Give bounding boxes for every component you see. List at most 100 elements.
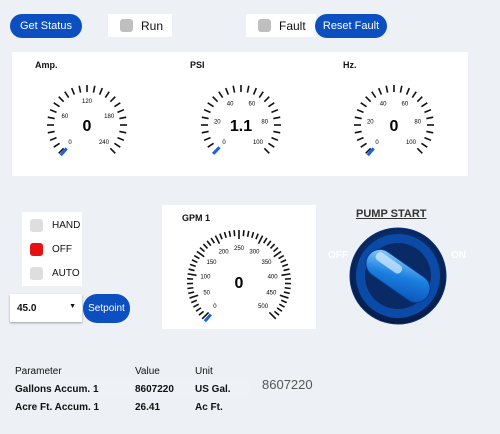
gauge-tick-label: 60 bbox=[402, 102, 409, 108]
gauge-tick-mark bbox=[267, 102, 275, 108]
mode-off[interactable]: OFF bbox=[30, 243, 72, 256]
pump-start-knob[interactable] bbox=[348, 226, 448, 326]
gauge-tick-mark bbox=[228, 230, 232, 237]
gauge-tick-mark bbox=[257, 235, 264, 245]
gauge-value: 0 bbox=[390, 118, 399, 135]
reset-fault-button[interactable]: Reset Fault bbox=[315, 14, 387, 38]
gauge-tick-mark bbox=[117, 136, 125, 142]
gauge-tick-mark bbox=[195, 307, 202, 312]
gauge-tick-mark bbox=[267, 142, 275, 148]
gauge-tick-mark bbox=[399, 85, 403, 93]
gauge-tick-mark bbox=[199, 247, 206, 253]
gauge-tick-label: 200 bbox=[219, 250, 230, 256]
gauge-tick-label: 20 bbox=[367, 119, 374, 125]
gauge-tick-mark bbox=[188, 291, 195, 295]
hz-gauge: 0 20 40 60 80 100 0 bbox=[354, 85, 434, 157]
gauge-tick-mark bbox=[251, 231, 255, 239]
gauge-tick-mark bbox=[53, 142, 61, 148]
run-indicator: Run bbox=[108, 14, 172, 37]
gpm-gauge-title: GPM 1 bbox=[182, 213, 211, 223]
gauge-tick-mark bbox=[119, 130, 127, 134]
gauge-tick-mark bbox=[420, 102, 428, 108]
gauge-tick-label: 350 bbox=[261, 260, 272, 266]
hz-gauge-title: Hz. bbox=[343, 60, 357, 70]
mode-auto[interactable]: AUTO bbox=[30, 267, 80, 280]
gauge-tick-mark bbox=[49, 108, 57, 114]
gauge-tick-mark bbox=[356, 108, 364, 114]
setpoint-value: 45.0 bbox=[17, 302, 37, 314]
gauge-tick-mark bbox=[278, 254, 285, 260]
setpoint-button[interactable]: Setpoint bbox=[83, 294, 130, 323]
gauge-tick-label: 60 bbox=[249, 102, 256, 108]
gauge-tick-mark bbox=[284, 286, 291, 290]
gauge-tick-mark bbox=[117, 108, 125, 114]
gauge-tick-mark bbox=[218, 91, 224, 99]
gauge-tick-mark bbox=[219, 233, 223, 240]
table-header-row: Parameter Value Unit bbox=[10, 362, 250, 380]
pump-on-label: ON bbox=[451, 250, 466, 261]
gauge-tick-mark bbox=[104, 91, 110, 99]
gauge-tick-mark bbox=[269, 243, 276, 250]
accumulator-table: Parameter Value Unit Gallons Accum. 1 86… bbox=[10, 362, 250, 416]
gauge-value-indicator bbox=[212, 146, 221, 155]
gauge-tick-label: 40 bbox=[380, 102, 387, 108]
gauge-tick-mark bbox=[109, 147, 116, 154]
gauge-tick-mark bbox=[47, 130, 55, 134]
gauge-tick-mark bbox=[255, 233, 259, 240]
gauge-tick-mark bbox=[273, 250, 282, 258]
off-label: OFF bbox=[52, 244, 72, 255]
gauge-value: 1.1 bbox=[230, 118, 252, 135]
gauge-tick-mark bbox=[263, 147, 270, 154]
gauge-tick-label: 120 bbox=[82, 99, 93, 105]
amp-gauge-title: Amp. bbox=[35, 60, 58, 70]
gauge-tick-mark bbox=[377, 87, 383, 95]
mode-hand[interactable]: HAND bbox=[30, 219, 80, 232]
gauge-tick-label: 0 bbox=[213, 304, 217, 310]
gauge-tick-mark bbox=[280, 299, 288, 304]
gauge-tick-mark bbox=[280, 259, 287, 264]
gauge-tick-mark bbox=[279, 294, 289, 299]
gauge-tick-label: 80 bbox=[261, 119, 268, 125]
gauge-tick-mark bbox=[262, 237, 268, 244]
gauge-tick-mark bbox=[271, 108, 279, 114]
gauge-tick-mark bbox=[360, 142, 368, 148]
fault-lamp bbox=[258, 19, 271, 32]
gauge-tick-mark bbox=[252, 87, 258, 95]
gauge-tick-mark bbox=[272, 247, 279, 253]
gauge-tick-mark bbox=[47, 116, 55, 120]
gauge-tick-mark bbox=[98, 87, 104, 95]
gauge-tick-label: 0 bbox=[68, 140, 72, 146]
table-cell: Gallons Accum. 1 bbox=[10, 380, 130, 398]
gauge-tick-mark bbox=[263, 96, 270, 103]
gauge-tick-mark bbox=[282, 263, 289, 268]
table-header: Value bbox=[135, 365, 160, 377]
get-status-button[interactable]: Get Status bbox=[10, 14, 82, 38]
gauge-tick-mark bbox=[223, 231, 227, 239]
hand-lamp bbox=[30, 219, 43, 232]
table-row: Acre Ft. Accum. 1 26.41 Ac Ft. bbox=[10, 398, 250, 416]
gauge-tick-mark bbox=[201, 130, 209, 134]
gauge-tick-mark bbox=[246, 85, 250, 93]
gauge-tick-label: 500 bbox=[258, 304, 269, 310]
gauge-tick-label: 60 bbox=[61, 114, 68, 120]
gauge-tick-mark bbox=[113, 102, 121, 108]
gauge-tick-mark bbox=[278, 303, 285, 308]
gauge-tick-mark bbox=[416, 147, 423, 154]
pump-off-label: OFF bbox=[328, 250, 348, 261]
gauge-tick-mark bbox=[356, 136, 364, 142]
gauge-tick-mark bbox=[201, 116, 209, 120]
table-cell: 26.41 bbox=[135, 401, 161, 413]
setpoint-select[interactable]: 45.0 ▼ bbox=[10, 294, 82, 322]
gauge-tick-mark bbox=[354, 116, 362, 120]
gauge-tick-mark bbox=[190, 299, 198, 304]
gauge-panel: Amp. PSI Hz. 0 60 120 180 240 0 0 20 40 60 80 100 1… bbox=[12, 52, 468, 176]
gauge-tick-mark bbox=[268, 311, 277, 320]
gauge-tick-mark bbox=[224, 87, 230, 95]
gauge-tick-mark bbox=[266, 240, 272, 247]
gauge-tick-label: 100 bbox=[200, 275, 211, 281]
gauge-tick-mark bbox=[189, 294, 199, 299]
table-header: Parameter bbox=[15, 365, 62, 377]
gauge-tick-label: 50 bbox=[203, 291, 210, 297]
auto-lamp bbox=[30, 267, 43, 280]
gauge-tick-label: 80 bbox=[414, 119, 421, 125]
